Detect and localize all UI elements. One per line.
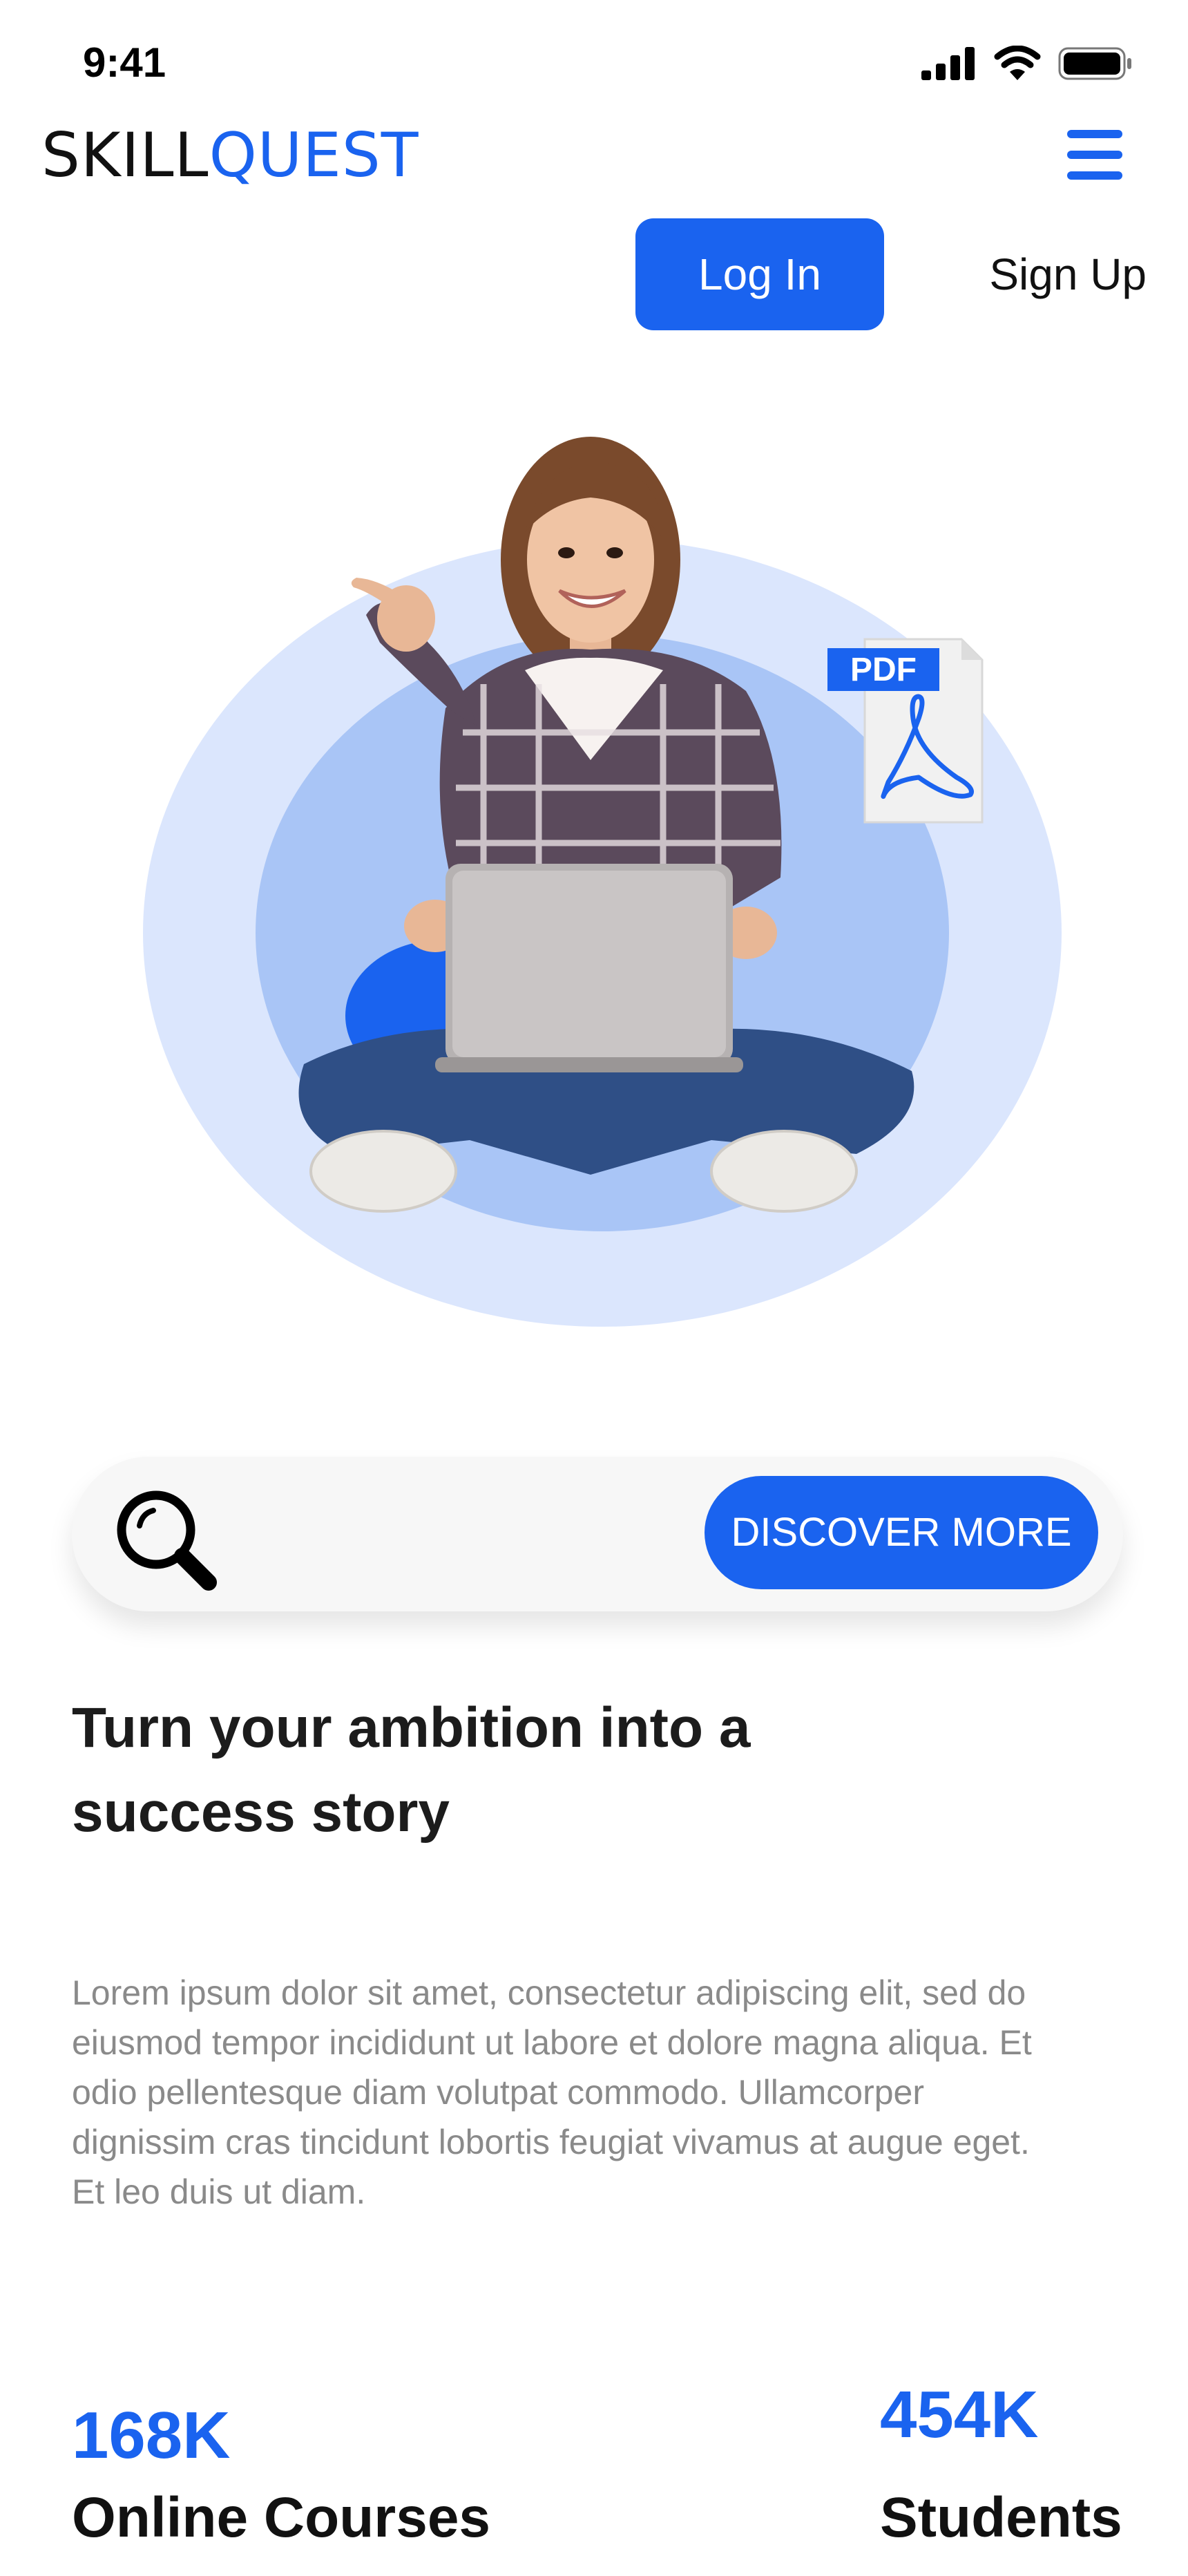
wifi-icon xyxy=(994,46,1041,80)
stat-students-label: Students xyxy=(880,2486,1122,2549)
paragraph-line: eiusmod tempor incididunt ut labore et d… xyxy=(72,2023,1032,2062)
headline: Turn your ambition into a success story xyxy=(72,1686,1039,1855)
stat-online-courses-label: Online Courses xyxy=(72,2486,491,2549)
paragraph-line: dignissim cras tincidunt lobortis feugia… xyxy=(72,2123,1030,2161)
paragraph-line: Lorem ipsum dolor sit amet, consectetur … xyxy=(72,1973,1026,2012)
hero-illustration: PDF xyxy=(143,437,1062,1327)
logo-part-quest: QUEST xyxy=(209,120,419,191)
status-icons xyxy=(921,43,1133,84)
discover-more-button[interactable]: DISCOVER MORE xyxy=(705,1476,1098,1589)
stat-students-value: 454K xyxy=(880,2378,1039,2452)
paragraph-line: Et leo duis ut diam. xyxy=(72,2172,366,2211)
laptop xyxy=(435,864,743,1072)
login-button[interactable]: Log In xyxy=(635,218,884,330)
signup-button[interactable]: Sign Up xyxy=(939,218,1147,330)
headline-line: Turn your ambition into a xyxy=(72,1696,751,1759)
pdf-badge-label: PDF xyxy=(850,652,917,688)
search-icon[interactable] xyxy=(111,1484,221,1595)
logo[interactable]: SKILLQUEST xyxy=(41,117,419,193)
status-time: 9:41 xyxy=(83,39,166,86)
headline-line: success story xyxy=(72,1781,450,1844)
signal-icon xyxy=(921,47,975,80)
stat-online-courses-value: 168K xyxy=(72,2398,231,2472)
logo-part-skill: SKILL xyxy=(41,120,209,191)
battery-icon xyxy=(1058,47,1131,80)
paragraph-line: odio pellentesque diam volutpat commodo.… xyxy=(72,2073,924,2112)
description-paragraph: Lorem ipsum dolor sit amet, consectetur … xyxy=(72,1968,1129,2217)
hamburger-menu-icon[interactable] xyxy=(1067,130,1122,180)
